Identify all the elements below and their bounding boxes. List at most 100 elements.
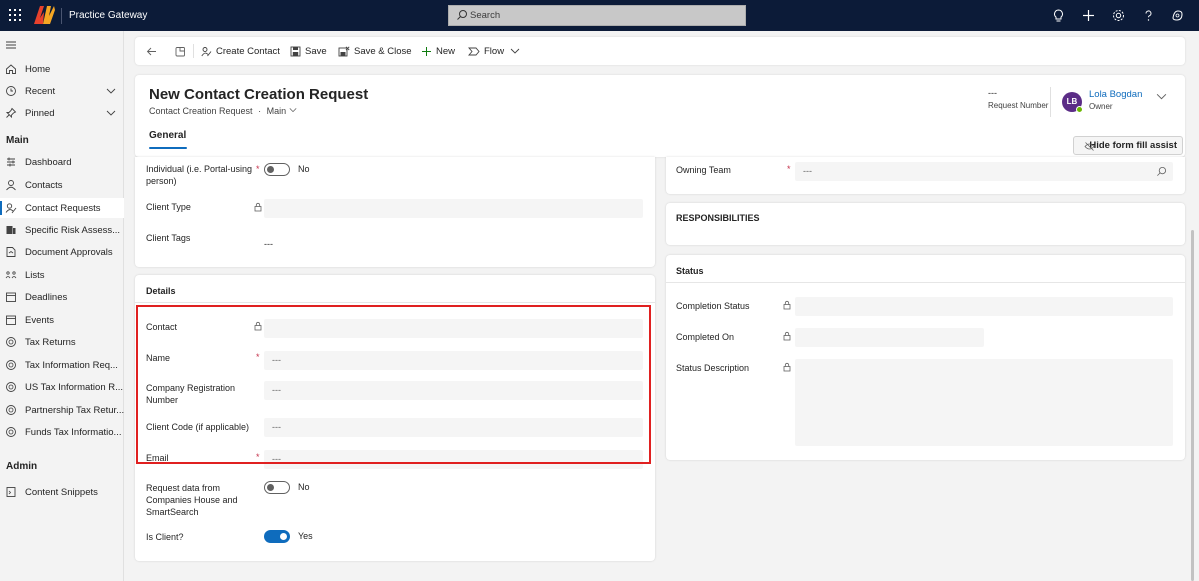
status-description-field [795,359,1173,446]
avatar[interactable]: LB [1062,92,1083,113]
nav-item-pinned[interactable]: Pinned [0,103,124,123]
copilot-icon[interactable] [1170,8,1185,23]
chevron-down-icon [289,108,297,113]
top-bar: Practice Gateway Search [0,0,1199,31]
lightbulb-icon[interactable] [1051,8,1066,23]
document-approval-icon [6,247,16,257]
nav-label: Events [25,314,55,326]
is-client-toggle[interactable] [264,530,290,543]
tab-selected-indicator [149,147,187,149]
save-close-icon [338,45,350,56]
client-tags-label: Client Tags [146,233,191,243]
highlight-box [136,305,651,464]
nav-section-main: Main [6,135,29,146]
nav-label: Home [25,63,51,75]
help-icon[interactable] [1141,8,1156,23]
completed-on-field [795,328,984,347]
nav-label: Deadlines [25,291,68,303]
save-button[interactable]: Save [290,37,327,65]
clock-icon [6,86,16,96]
save-icon [290,46,301,56]
nav-item-funds-tax[interactable]: Funds Tax Informatio... [0,422,124,442]
nav-item-contacts[interactable]: Contacts [0,175,124,195]
home-icon [6,64,16,74]
global-search-input[interactable]: Search [448,5,746,26]
app-launcher-icon[interactable] [9,9,21,21]
globe-icon [6,382,16,392]
chevron-down-icon[interactable] [106,86,116,96]
search-placeholder: Search [470,10,501,21]
menu-icon[interactable] [6,41,16,49]
dashboard-icon [7,157,15,167]
open-in-new-window-icon [175,46,185,56]
search-icon[interactable] [1156,166,1167,177]
nav-label: Contacts [25,179,63,191]
nav-item-content-snippets[interactable]: Content Snippets [0,482,124,502]
nav-item-tax-information-req[interactable]: Tax Information Req... [0,355,124,375]
settings-icon[interactable] [1111,8,1126,23]
nav-label: Specific Risk Assess... [25,224,121,236]
lock-icon [783,331,791,341]
request-data-toggle[interactable] [264,481,290,494]
owning-team-label: Owning Team [676,165,731,175]
create-contact-label: Create Contact [216,45,280,57]
nav-item-partnership-tax[interactable]: Partnership Tax Retur... [0,400,124,420]
brand-logo [34,6,55,24]
owning-team-lookup[interactable]: --- [795,162,1173,181]
nav-item-deadlines[interactable]: Deadlines [0,287,124,307]
chevron-down-icon[interactable] [1156,91,1167,102]
nav-item-recent[interactable]: Recent [0,81,124,101]
nav-label: Dashboard [25,156,72,168]
nav-item-lists[interactable]: Lists [0,265,124,285]
nav-label: Partnership Tax Retur... [25,404,125,416]
new-button[interactable]: New [421,37,455,65]
request-number-label: Request Number [988,101,1049,110]
nav-section-admin: Admin [6,461,38,472]
nav-label: Funds Tax Informatio... [25,426,122,438]
flow-label: Flow [484,45,505,57]
app-name[interactable]: Practice Gateway [69,10,147,21]
individual-toggle-value: No [298,164,310,174]
nav-item-us-tax-information[interactable]: US Tax Information R... [0,377,124,397]
person-icon [6,180,16,191]
vertical-scrollbar[interactable] [1191,230,1194,581]
person-request-icon [5,203,17,214]
back-button[interactable] [146,37,161,65]
person-request-icon [201,46,212,56]
save-label: Save [305,45,327,57]
nav-item-tax-returns[interactable]: Tax Returns [0,332,124,352]
command-bar: Create Contact Save Save & Close New Flo… [135,37,1185,65]
flow-icon [468,47,480,55]
open-new-window-button[interactable] [175,37,190,65]
client-tags-value[interactable]: --- [264,238,273,250]
hide-form-fill-assist-button[interactable]: Hide form fill assist [1073,136,1183,155]
form-header: New Contact Creation Request Contact Cre… [135,75,1185,157]
pin-icon [5,107,17,119]
flow-button[interactable]: Flow [468,37,524,65]
page-title: New Contact Creation Request [149,86,369,103]
nav-item-contact-requests[interactable]: Contact Requests [0,198,124,218]
nav-item-home[interactable]: Home [0,59,124,79]
create-contact-button[interactable]: Create Contact [201,37,280,65]
nav-item-specific-risk[interactable]: Specific Risk Assess... [0,220,124,240]
nav-item-dashboard[interactable]: Dashboard [0,152,124,172]
nav-label: US Tax Information R... [25,381,124,393]
nav-label: Document Approvals [25,246,113,258]
individual-toggle[interactable] [264,163,290,176]
entity-breadcrumb: Contact Creation Request · Main [149,106,297,116]
completion-status-field [795,297,1173,316]
risk-icon [6,226,16,234]
tab-general[interactable]: General [149,130,186,141]
completion-status-label: Completion Status [676,301,750,311]
nav-item-events[interactable]: Events [0,310,124,330]
form-selector[interactable]: Main [267,106,297,116]
plus-icon[interactable] [1081,8,1096,23]
calendar-icon [6,292,16,302]
nav-label: Recent [25,85,56,97]
chevron-down-icon[interactable] [106,108,116,118]
owner-name-link[interactable]: Lola Bogdan [1089,89,1142,100]
request-number-value: --- [988,88,997,98]
is-client-toggle-value: Yes [298,531,313,541]
save-and-close-button[interactable]: Save & Close [338,37,412,65]
nav-item-document-approvals[interactable]: Document Approvals [0,242,124,262]
